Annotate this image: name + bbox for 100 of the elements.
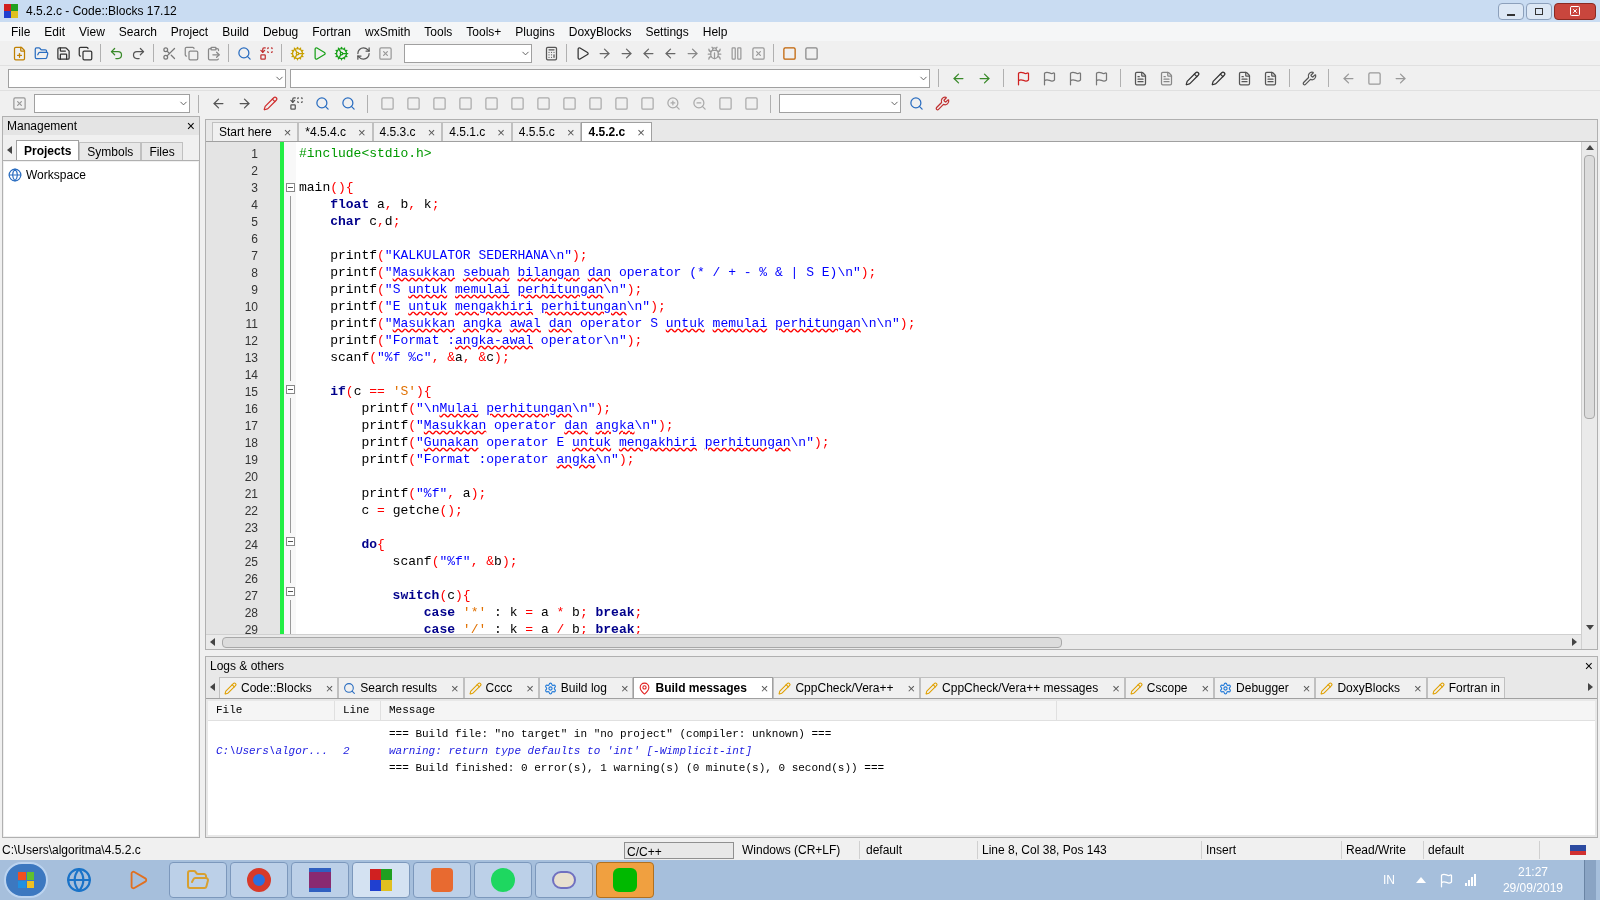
folder-taskbar-icon[interactable] [169,862,227,898]
fold-marker-icon[interactable] [285,587,295,597]
status-position: Line 8, Col 38, Pos 143 [978,841,1202,859]
tree-item[interactable]: Workspace [26,166,86,184]
vertical-scrollbar[interactable] [1581,142,1597,649]
line-number: 17 [244,417,258,435]
log-tab[interactable]: Debugger × [1214,677,1316,698]
log-tab[interactable]: CppCheck/Vera++ messages × [920,677,1125,698]
pencil-icon [1431,681,1445,695]
close-button[interactable]: × [1584,659,1593,673]
editor-tab[interactable]: 4.5.1.c × [442,122,512,141]
pencil-icon [1129,681,1143,695]
table-cell: 2 [343,745,350,758]
line-number: 10 [244,298,258,316]
code-line: switch(c){ [391,587,471,604]
log-tab[interactable]: Search results × [338,677,464,698]
flag-icon[interactable] [1438,872,1454,888]
line-number: 24 [244,536,258,554]
editor-tab[interactable]: 4.5.2.c × [581,122,652,141]
close-button[interactable]: × [186,119,195,133]
log-tab[interactable]: Cccc × [463,677,539,698]
menu-item[interactable]: Edit [37,22,73,41]
status-path: C:\Users\algoritma\4.5.2.c [1,842,142,859]
line-number: 19 [244,451,258,469]
column-header[interactable]: File [208,701,335,720]
scroll-down-icon[interactable] [1584,624,1595,631]
menu-item[interactable]: DoxyBlocks [561,22,639,41]
scroll-right-icon[interactable] [1571,637,1578,647]
scroll-left-icon[interactable] [209,637,216,647]
status-encoding: default [860,841,978,859]
fold-marker-icon[interactable] [285,384,295,394]
code-line: printf("Format :angka-awal operator\n"); [329,332,643,349]
dropdown-field[interactable] [34,94,190,113]
code-line: #include<stdio.h> [298,145,432,162]
line-number: 18 [244,434,258,452]
code-line: char c,d; [329,213,401,230]
log-tab[interactable]: Build log × [538,677,634,698]
log-tab[interactable]: Build messages × [633,677,774,698]
fold-marker-icon[interactable] [285,536,295,546]
panel-tab[interactable]: Files [141,142,183,160]
minimize-button[interactable] [1498,2,1524,20]
code-line: printf("Masukkan sebuah bilangan dan operator (* / + - % & | S E)\n"); [329,264,877,281]
editor-tab[interactable]: 4.5.5.c × [511,122,582,141]
menu-item[interactable]: wxSmith [357,22,418,41]
panel-tab[interactable]: Symbols [79,142,142,160]
column-header[interactable]: Line [335,701,381,720]
log-tab[interactable]: Cscope × [1124,677,1215,698]
log-tab[interactable]: Fortran in [1426,677,1506,698]
scroll-up-icon[interactable] [1584,144,1595,151]
menu-item[interactable]: Settings [638,22,696,41]
log-tab[interactable]: Code::Blocks × [219,677,339,698]
dropdown-field[interactable] [779,94,901,113]
menu-item[interactable]: File [4,22,38,41]
menu-item[interactable]: Debug [255,22,306,41]
menu-item[interactable]: Tools [417,22,460,41]
menu-item[interactable]: Search [111,22,164,41]
close-button[interactable] [1554,2,1596,20]
column-header[interactable]: Message [381,701,1057,720]
editor-tab[interactable]: Start here × [212,122,299,141]
table-cell-text: === Build finished: 0 error(s), 1 warning(s) (0 minute(s), 0 second(s)) === [388,761,886,777]
menu-item[interactable]: Build [215,22,256,41]
editor-tab[interactable]: 4.5.3.c × [372,122,443,141]
line-number: 29 [244,621,258,634]
menu-item[interactable]: Help [695,22,735,41]
start-button[interactable] [4,862,48,898]
tray-expand-icon[interactable] [1415,877,1426,883]
line-number: 21 [244,485,258,503]
dropdown-field[interactable] [404,43,532,63]
line-number: 12 [244,332,258,350]
log-tab[interactable]: DoxyBlocks × [1315,677,1427,698]
horizontal-scrollbar[interactable] [206,634,1581,649]
scroll-left-icon[interactable] [209,682,216,692]
menu-item[interactable]: Project [163,22,216,41]
dropdown-field[interactable] [8,68,286,88]
menu-item[interactable]: Plugins [508,22,562,41]
line-number: 22 [244,502,258,520]
line-number: 27 [244,587,258,605]
line-number: 23 [244,519,258,537]
fold-marker-icon[interactable] [285,182,295,192]
menu-item[interactable]: Tools+ [459,22,509,41]
menu-item[interactable]: View [72,22,112,41]
panel-tab[interactable]: Projects [16,140,80,160]
dropdown-field[interactable] [290,68,930,88]
code-line: main(){ [298,179,354,196]
panel-title: Logs & others [210,658,285,675]
code-line: printf("%f", a); [360,485,487,502]
editor-tab[interactable]: *4.5.4.c × [298,122,373,141]
search-icon [343,681,357,695]
line-number: 14 [244,366,258,384]
scroll-left-icon[interactable] [6,145,13,155]
app-icon [4,4,18,18]
line-number: 16 [244,400,258,418]
status-mode: Insert [1202,841,1342,859]
scroll-right-icon[interactable] [1587,682,1594,692]
menu-item[interactable]: Fortran [305,22,358,41]
signal-icon[interactable] [1464,874,1476,886]
log-tab[interactable]: CppCheck/Vera++ × [773,677,921,698]
panel-title: Management [7,118,78,135]
restore-button[interactable] [1526,2,1552,20]
window-title: 4.5.2.c - Code::Blocks 17.12 [26,3,177,20]
